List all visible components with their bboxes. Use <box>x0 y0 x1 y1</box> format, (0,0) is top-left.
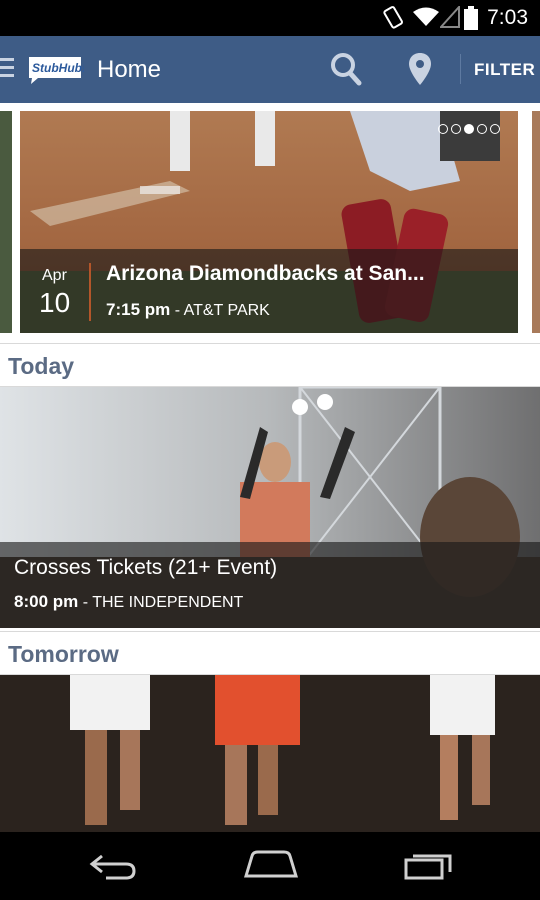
svg-text:StubHub!: StubHub! <box>32 61 84 75</box>
next-card-peek[interactable] <box>532 111 540 333</box>
carousel-indicator <box>435 121 500 139</box>
recent-apps-icon[interactable] <box>404 850 454 880</box>
event-time: 7:15 pm <box>106 300 171 319</box>
tomorrow-event-card[interactable] <box>0 675 540 832</box>
carousel-dot <box>490 124 500 134</box>
carousel-dot-active <box>464 124 474 134</box>
section-header-label: Tomorrow <box>8 641 119 667</box>
event-title: Arizona Diamondbacks at San... <box>106 262 425 285</box>
home-icon[interactable] <box>244 850 298 878</box>
section-header-tomorrow: Tomorrow <box>0 631 540 675</box>
system-nav-bar <box>0 832 540 900</box>
section-header-today: Today <box>0 343 540 387</box>
today-event-card[interactable]: Crosses Tickets (21+ Event) 8:00 pm - TH… <box>0 387 540 628</box>
event-venue: - THE INDEPENDENT <box>82 594 244 611</box>
event-day: 10 <box>39 287 71 318</box>
featured-event-info: Apr 10 Arizona Diamondbacks at San... 7:… <box>20 249 518 333</box>
today-event-info: Crosses Tickets (21+ Event) 8:00 pm - TH… <box>0 542 540 628</box>
battery-icon <box>464 6 478 30</box>
carousel-dot <box>451 124 461 134</box>
stubhub-logo[interactable]: StubHub! <box>26 54 84 86</box>
date-separator <box>89 263 91 321</box>
carousel-dot <box>477 124 487 134</box>
page-title: Home <box>97 56 162 83</box>
featured-event-card[interactable]: Apr 10 Arizona Diamondbacks at San... 7:… <box>20 111 518 333</box>
location-pin-icon[interactable] <box>407 52 433 86</box>
back-icon[interactable] <box>88 850 136 880</box>
featured-carousel[interactable]: Apr 10 Arizona Diamondbacks at San... 7:… <box>0 103 540 343</box>
wifi-icon <box>413 7 439 26</box>
vibrate-icon <box>383 6 403 29</box>
event-meta: 8:00 pm - THE INDEPENDENT <box>14 592 243 612</box>
event-venue: - AT&T PARK <box>174 302 270 319</box>
carousel-dot <box>438 124 448 134</box>
signal-icon <box>440 6 460 28</box>
clock: 7:03 <box>487 6 528 29</box>
search-icon[interactable] <box>330 52 362 86</box>
event-month: Apr <box>42 267 67 284</box>
basketball-photo <box>0 675 540 832</box>
status-bar: 7:03 <box>0 0 540 36</box>
previous-card-peek[interactable] <box>0 111 12 333</box>
event-title: Crosses Tickets (21+ Event) <box>14 556 278 579</box>
event-time: 8:00 pm <box>14 592 79 611</box>
filter-button[interactable]: FILTER <box>474 60 535 80</box>
menu-icon[interactable] <box>0 58 14 82</box>
app-bar: StubHub! Home FILTER <box>0 36 540 103</box>
app-bar-divider <box>460 54 461 84</box>
event-meta: 7:15 pm - AT&T PARK <box>106 300 270 320</box>
section-header-label: Today <box>8 353 75 379</box>
